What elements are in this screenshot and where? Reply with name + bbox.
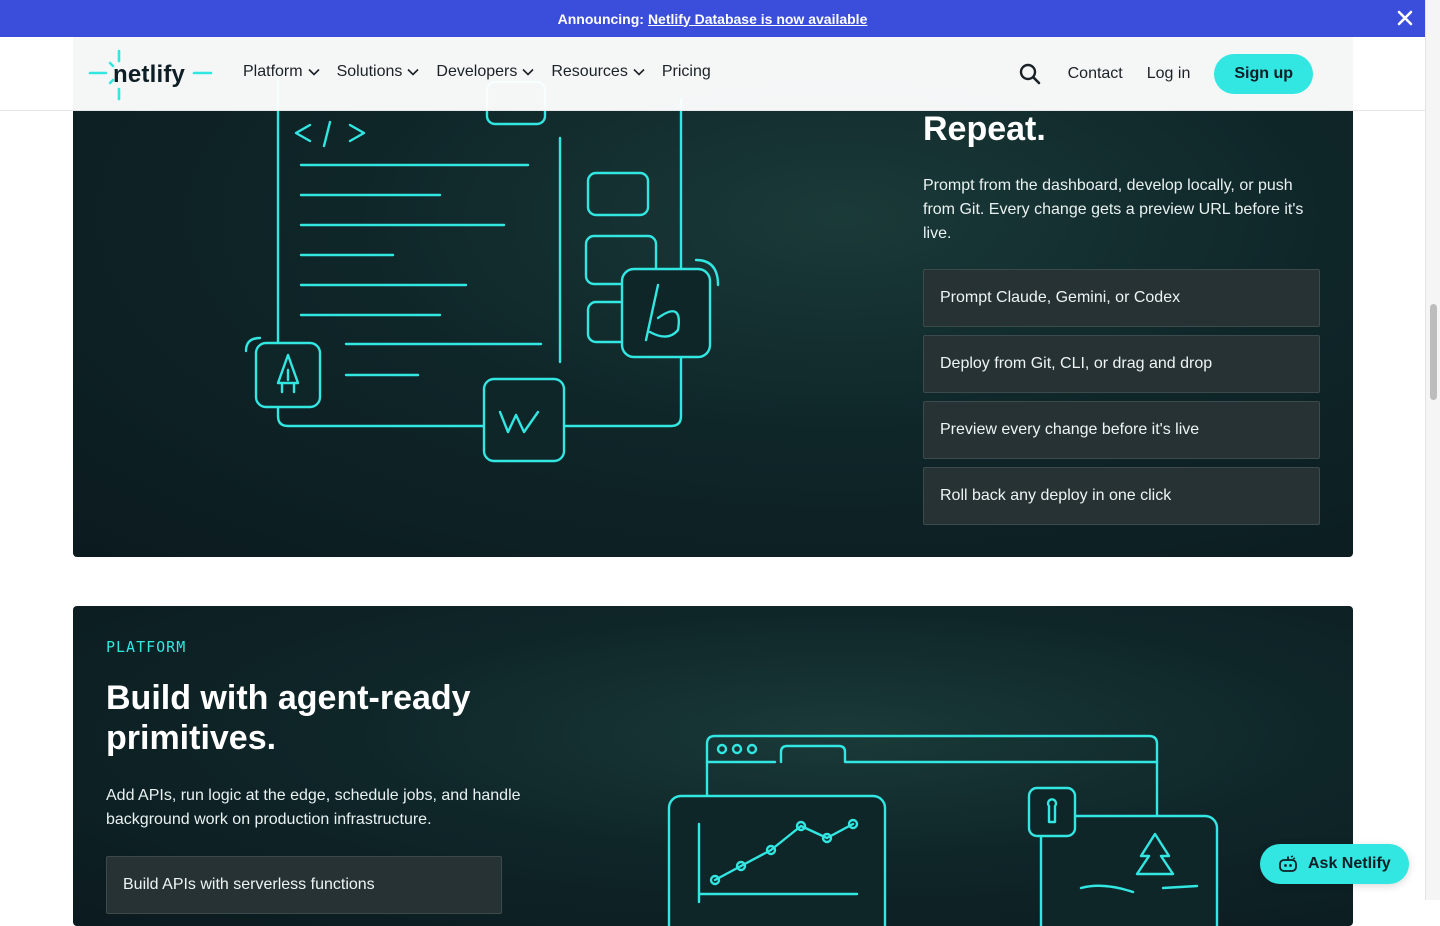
chevron-down-icon xyxy=(522,68,534,76)
announcement-prefix: Announcing: xyxy=(557,10,644,27)
close-icon[interactable] xyxy=(1395,8,1415,28)
menu-item-label: Platform xyxy=(243,63,303,80)
top-navigation: netlify Platform Solutions Developers Re… xyxy=(0,37,1425,111)
ask-netlify-label: Ask Netlify xyxy=(1308,855,1391,872)
ask-netlify-button[interactable]: Ask Netlify xyxy=(1260,844,1409,884)
signup-button[interactable]: Sign up xyxy=(1214,54,1313,94)
contact-link[interactable]: Contact xyxy=(1068,65,1123,83)
feature-list: Prompt Claude, Gemini, or Codex Deploy f… xyxy=(923,269,1320,533)
feature-item-rollback[interactable]: Roll back any deploy in one click xyxy=(923,467,1320,525)
announcement-link[interactable]: Netlify Database is now available xyxy=(648,11,867,27)
section-eyebrow: PLATFORM xyxy=(106,638,187,656)
page-scrollbar[interactable] xyxy=(1425,0,1440,900)
menu-item-resources[interactable]: Resources xyxy=(551,63,645,81)
feature-item-prompt[interactable]: Prompt Claude, Gemini, or Codex xyxy=(923,269,1320,327)
netlify-logo[interactable]: netlify xyxy=(88,49,214,101)
chevron-down-icon xyxy=(308,68,320,76)
code-editor-illustration xyxy=(244,70,720,463)
menu-item-platform[interactable]: Platform xyxy=(243,63,320,81)
menu-item-label: Solutions xyxy=(336,63,403,80)
section-title: Repeat. xyxy=(923,110,1046,148)
nav-actions: Contact Log in Sign up xyxy=(1018,54,1313,94)
feature-item-serverless[interactable]: Build APIs with serverless functions xyxy=(106,856,502,914)
search-icon[interactable] xyxy=(1018,62,1042,86)
announcement-bar: Announcing: Netlify Database is now avai… xyxy=(0,0,1425,37)
scrollbar-thumb[interactable] xyxy=(1430,304,1437,400)
platform-card: PLATFORM Build with agent-ready primitiv… xyxy=(73,606,1353,926)
section-description: Add APIs, run logic at the edge, schedul… xyxy=(106,787,521,828)
menu-item-developers[interactable]: Developers xyxy=(436,63,534,81)
feature-item-deploy[interactable]: Deploy from Git, CLI, or drag and drop xyxy=(923,335,1320,393)
main-menu: Platform Solutions Developers Resources … xyxy=(243,63,728,81)
logo-wordmark: netlify xyxy=(113,61,186,88)
menu-item-label: Developers xyxy=(436,63,518,80)
dashboard-illustration xyxy=(667,734,1219,926)
section-description: Prompt from the dashboard, develop local… xyxy=(923,177,1304,242)
robot-icon xyxy=(1279,855,1297,872)
chevron-down-icon xyxy=(407,68,419,76)
menu-item-label: Resources xyxy=(551,63,628,80)
section-title: Build with agent-ready primitives. xyxy=(106,679,471,757)
feature-item-preview[interactable]: Preview every change before it's live xyxy=(923,401,1320,459)
menu-item-solutions[interactable]: Solutions xyxy=(337,63,420,81)
chevron-down-icon xyxy=(633,68,645,76)
menu-item-label: Pricing xyxy=(661,63,711,80)
menu-item-pricing[interactable]: Pricing xyxy=(662,63,711,81)
login-link[interactable]: Log in xyxy=(1147,65,1191,83)
